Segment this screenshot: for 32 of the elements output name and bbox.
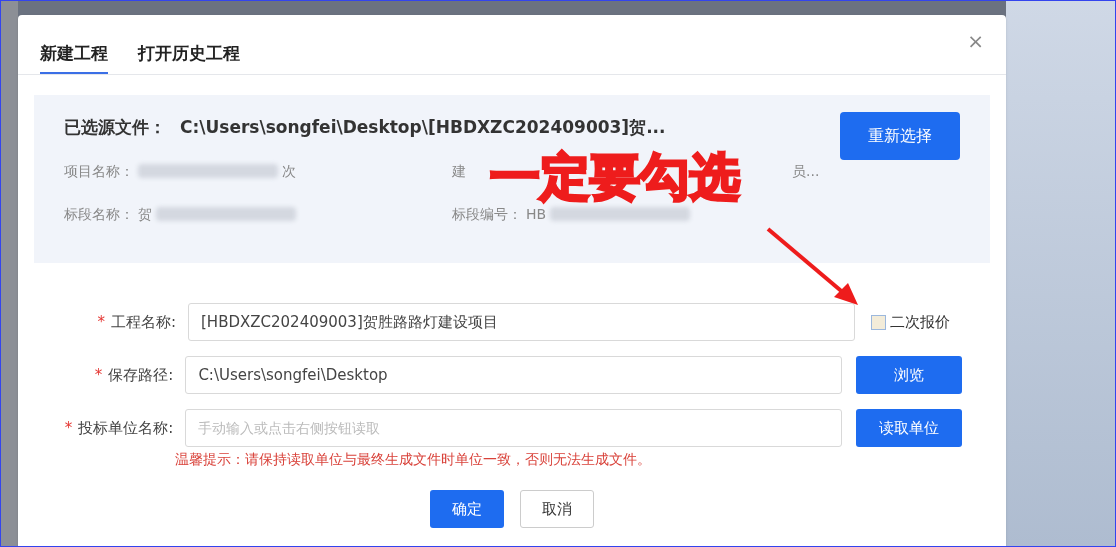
info-label: 标段名称： [64, 204, 134, 224]
required-mark: * [64, 417, 73, 439]
input-field[interactable]: C:\Users\songfei\Desktop [185, 356, 842, 394]
input-field[interactable]: 手动输入或点击右侧按钮读取 [185, 409, 842, 447]
field-label: 保存路径: [108, 364, 174, 386]
source-label: 已选源文件： [64, 116, 166, 139]
info-value: 员... [792, 161, 820, 181]
info-label: 标段编号： [452, 204, 522, 224]
required-mark: * [94, 364, 103, 386]
action-button[interactable]: 读取单位 [855, 409, 962, 447]
input-field[interactable]: [HBDXZC202409003]贺胜路路灯建设项目 [188, 303, 855, 341]
warning-hint: 温馨提示：请保持读取单位与最终生成文件时单位一致，否则无法生成文件。 [175, 450, 652, 469]
tab[interactable]: 新建工程 [40, 40, 108, 74]
source-path: C:\Users\songfei\Desktop\[HBDXZC202409003]贺... [180, 116, 666, 139]
confirm-button[interactable]: 确定 [430, 490, 504, 528]
cancel-button[interactable]: 取消 [520, 490, 594, 528]
required-mark: * [97, 311, 105, 333]
info-value: HB [526, 204, 547, 224]
checkbox-label: 二次报价 [890, 311, 950, 333]
info-label: 建 [452, 161, 466, 181]
info-label: 项目名称： [64, 161, 134, 181]
field-label: 工程名称: [110, 311, 176, 333]
info-value: 次 [282, 161, 296, 181]
action-button[interactable]: 浏览 [855, 356, 962, 394]
field-label: 投标单位名称: [78, 417, 174, 439]
annotation-text: 一定要勾选 [490, 152, 740, 202]
reselect-button[interactable]: 重新选择 [840, 112, 960, 160]
tab[interactable]: 打开历史工程 [138, 40, 240, 74]
arrow-icon [764, 225, 860, 307]
checkbox[interactable] [871, 314, 886, 330]
close-button[interactable]: × [967, 26, 984, 56]
info-value: 贺 [138, 204, 152, 224]
